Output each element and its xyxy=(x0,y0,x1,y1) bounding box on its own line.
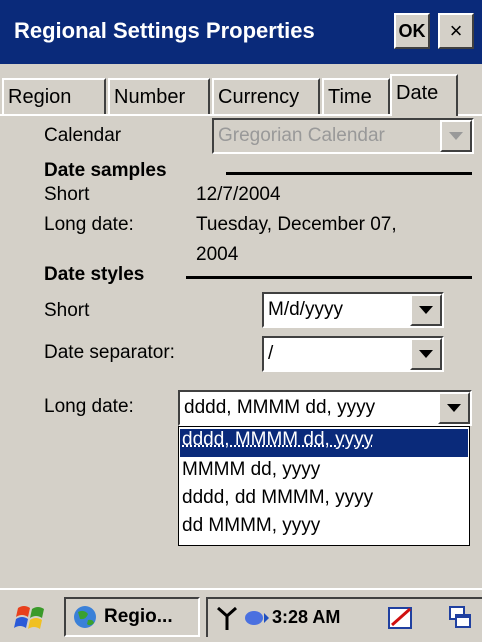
windows-flag-icon xyxy=(14,606,44,629)
sample-long-label: Long date: xyxy=(44,214,134,235)
date-separator-label: Date separator: xyxy=(44,342,175,363)
tab-currency[interactable]: Currency xyxy=(212,78,320,114)
chevron-down-icon xyxy=(419,306,433,314)
calendar-label: Calendar xyxy=(44,125,122,146)
date-samples-heading: Date samples xyxy=(44,160,167,181)
long-style-dropdown-button[interactable] xyxy=(438,392,470,424)
dropdown-option[interactable]: dd MMMM, yyyy xyxy=(180,515,468,543)
date-styles-heading: Date styles xyxy=(44,264,145,285)
start-button[interactable] xyxy=(12,600,52,636)
divider xyxy=(186,276,472,279)
taskbar-item-label: Regio... xyxy=(104,606,173,627)
clock[interactable]: 3:28 AM xyxy=(272,607,340,628)
globe-icon xyxy=(74,606,96,628)
tab-region[interactable]: Region xyxy=(2,78,106,114)
tab-time[interactable]: Time xyxy=(322,78,390,114)
short-style-label: Short xyxy=(44,300,90,321)
calendar-select: Gregorian Calendar xyxy=(212,118,474,154)
ok-button[interactable]: OK xyxy=(394,13,430,49)
calendar-dropdown-button xyxy=(440,120,472,152)
long-style-combo[interactable]: dddd, MMMM dd, yyyy xyxy=(178,390,472,426)
long-style-value: dddd, MMMM dd, yyyy xyxy=(184,397,376,418)
sample-long-value-line1: Tuesday, December 07, xyxy=(196,214,397,235)
tab-date[interactable]: Date xyxy=(390,74,458,116)
dropdown-option[interactable]: MMMM dd, yyyy xyxy=(180,459,468,487)
short-style-value: M/d/yyyy xyxy=(268,299,343,320)
antenna-icon[interactable] xyxy=(214,604,240,632)
sample-short-value: 12/7/2004 xyxy=(196,184,281,205)
window-title: Regional Settings Properties xyxy=(14,18,315,43)
close-button[interactable]: × xyxy=(438,13,474,49)
chevron-down-icon xyxy=(447,404,461,412)
sample-short-label: Short xyxy=(44,184,90,205)
long-style-dropdown-list[interactable]: dddd, MMMM dd, yyyy MMMM dd, yyyy dddd, … xyxy=(178,426,470,546)
calendar-value: Gregorian Calendar xyxy=(218,125,385,146)
taskbar-item-regional-settings[interactable]: Regio... xyxy=(64,597,200,637)
chevron-down-icon xyxy=(449,132,463,140)
date-separator-dropdown-button[interactable] xyxy=(410,338,442,370)
sample-long-value-line2: 2004 xyxy=(196,244,239,265)
dropdown-option[interactable]: dddd, MMMM dd, yyyy xyxy=(180,429,468,457)
divider xyxy=(226,172,472,175)
desktop-windows-icon[interactable] xyxy=(446,603,476,633)
connection-icon[interactable] xyxy=(242,604,272,632)
input-panel-icon[interactable] xyxy=(386,603,416,633)
short-style-dropdown-button[interactable] xyxy=(410,294,442,326)
date-separator-value: / xyxy=(268,343,274,364)
long-style-label: Long date: xyxy=(44,396,134,417)
dropdown-option[interactable]: dddd, dd MMMM, yyyy xyxy=(180,487,468,515)
chevron-down-icon xyxy=(419,350,433,358)
tab-number[interactable]: Number xyxy=(108,78,210,114)
